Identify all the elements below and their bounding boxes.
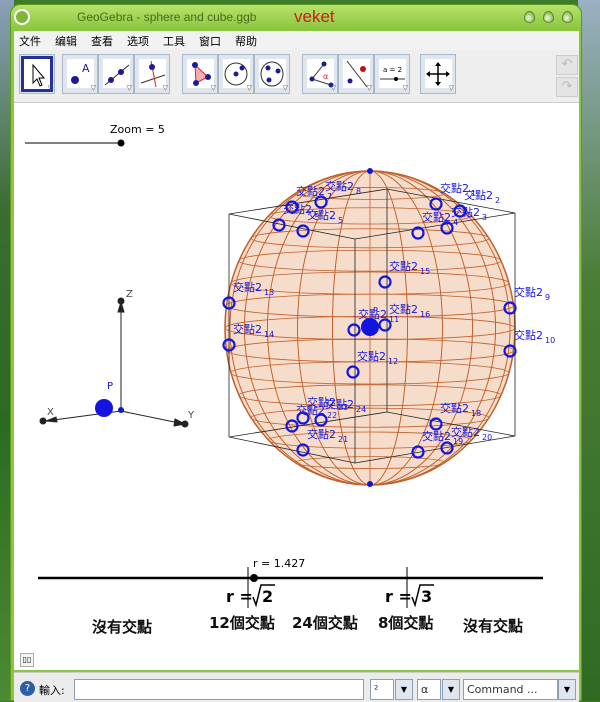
intersection-label-name: 交點2 [464, 188, 493, 202]
region-12: 12個交點 [209, 614, 275, 632]
intersection-label-name: 交點2 [451, 425, 480, 439]
intersection-label-name: 交點2 [307, 208, 336, 222]
intersection-label-index: 2 [495, 196, 500, 205]
intersection-label-index: 5 [338, 216, 343, 225]
intersection-label-index: 20 [482, 433, 492, 442]
intersection-label-index: 7 [327, 192, 332, 201]
intersection-label-name: 交點2 [514, 328, 543, 342]
intersection-label-index: 16 [420, 310, 430, 319]
intersection-label-index: 22 [327, 411, 337, 420]
intersection-label-index: 21 [338, 435, 348, 444]
sqrt3-prefix: r = [385, 587, 412, 606]
intersection-label: 交點2 2 [464, 188, 500, 205]
intersection-label-name: 交點2 [307, 395, 336, 409]
graphics-drawing: Zoom = 5 Z X Y P P 交點2 7交點2 8交點2 6交點2 5交點2 1交… [25, 123, 555, 636]
point-p-widget[interactable] [95, 399, 113, 417]
intersection-label-index: 14 [264, 330, 274, 339]
region-8: 8個交點 [378, 614, 433, 632]
z-axis-label: Z [126, 289, 133, 300]
sqrt2-value: 2 [262, 587, 273, 606]
intersection-label: 交點2 9 [514, 285, 550, 302]
intersection-label-name: 交點2 [233, 280, 262, 294]
intersection-label-name: 交點2 [307, 427, 336, 441]
intersection-label-name: 交點2 [451, 205, 480, 219]
sphere-top-point[interactable] [367, 168, 373, 174]
intersection-label-name: 交點2 [357, 349, 386, 363]
region-none-high: 沒有交點 [463, 617, 523, 635]
intersection-label-index: 23 [338, 403, 348, 412]
intersection-label-index: 3 [482, 213, 487, 222]
intersection-label-name: 交點2 [389, 302, 418, 316]
intersection-label-index: 24 [356, 405, 366, 414]
zoom-slider-handle[interactable] [117, 139, 125, 147]
intersection-label-index: 10 [545, 336, 555, 345]
sqrt2-prefix: r = [226, 587, 253, 606]
intersection-label-name: 交點2 [389, 259, 418, 273]
sphere-bottom-point[interactable] [367, 481, 373, 487]
region-24: 24個交點 [292, 614, 358, 632]
zoom-slider-label: Zoom = 5 [110, 123, 165, 136]
intersection-label-index: 9 [545, 293, 550, 302]
intersection-label-name: 交點2 [422, 429, 451, 443]
intersection-label: 交點2 10 [514, 328, 555, 345]
intersection-label-index: 18 [471, 409, 481, 418]
intersection-label-name: 交點2 [514, 285, 543, 299]
intersection-label-index: 4 [453, 218, 458, 227]
intersection-label-index: 8 [356, 187, 361, 196]
intersection-label-index: 15 [420, 267, 430, 276]
axes-widget [39, 297, 189, 428]
sqrt3-value: 3 [421, 587, 432, 606]
region-none-low: 沒有交點 [92, 618, 152, 636]
intersection-label-name: 交點2 [325, 179, 354, 193]
intersection-label-name: 交點2 [440, 401, 469, 415]
y-axis-label: Y [187, 410, 195, 421]
intersection-label-name: 交點2 [233, 322, 262, 336]
r-slider-handle[interactable] [250, 574, 258, 582]
intersection-label-index: 12 [388, 357, 398, 366]
r-slider-label: r = 1.427 [253, 557, 305, 570]
x-axis-label: X [47, 407, 54, 418]
axes-origin [118, 407, 124, 413]
intersection-label-index: 13 [264, 288, 274, 297]
point-p-label: P [107, 381, 113, 392]
intersection-label-name: 交點2 [422, 210, 451, 224]
